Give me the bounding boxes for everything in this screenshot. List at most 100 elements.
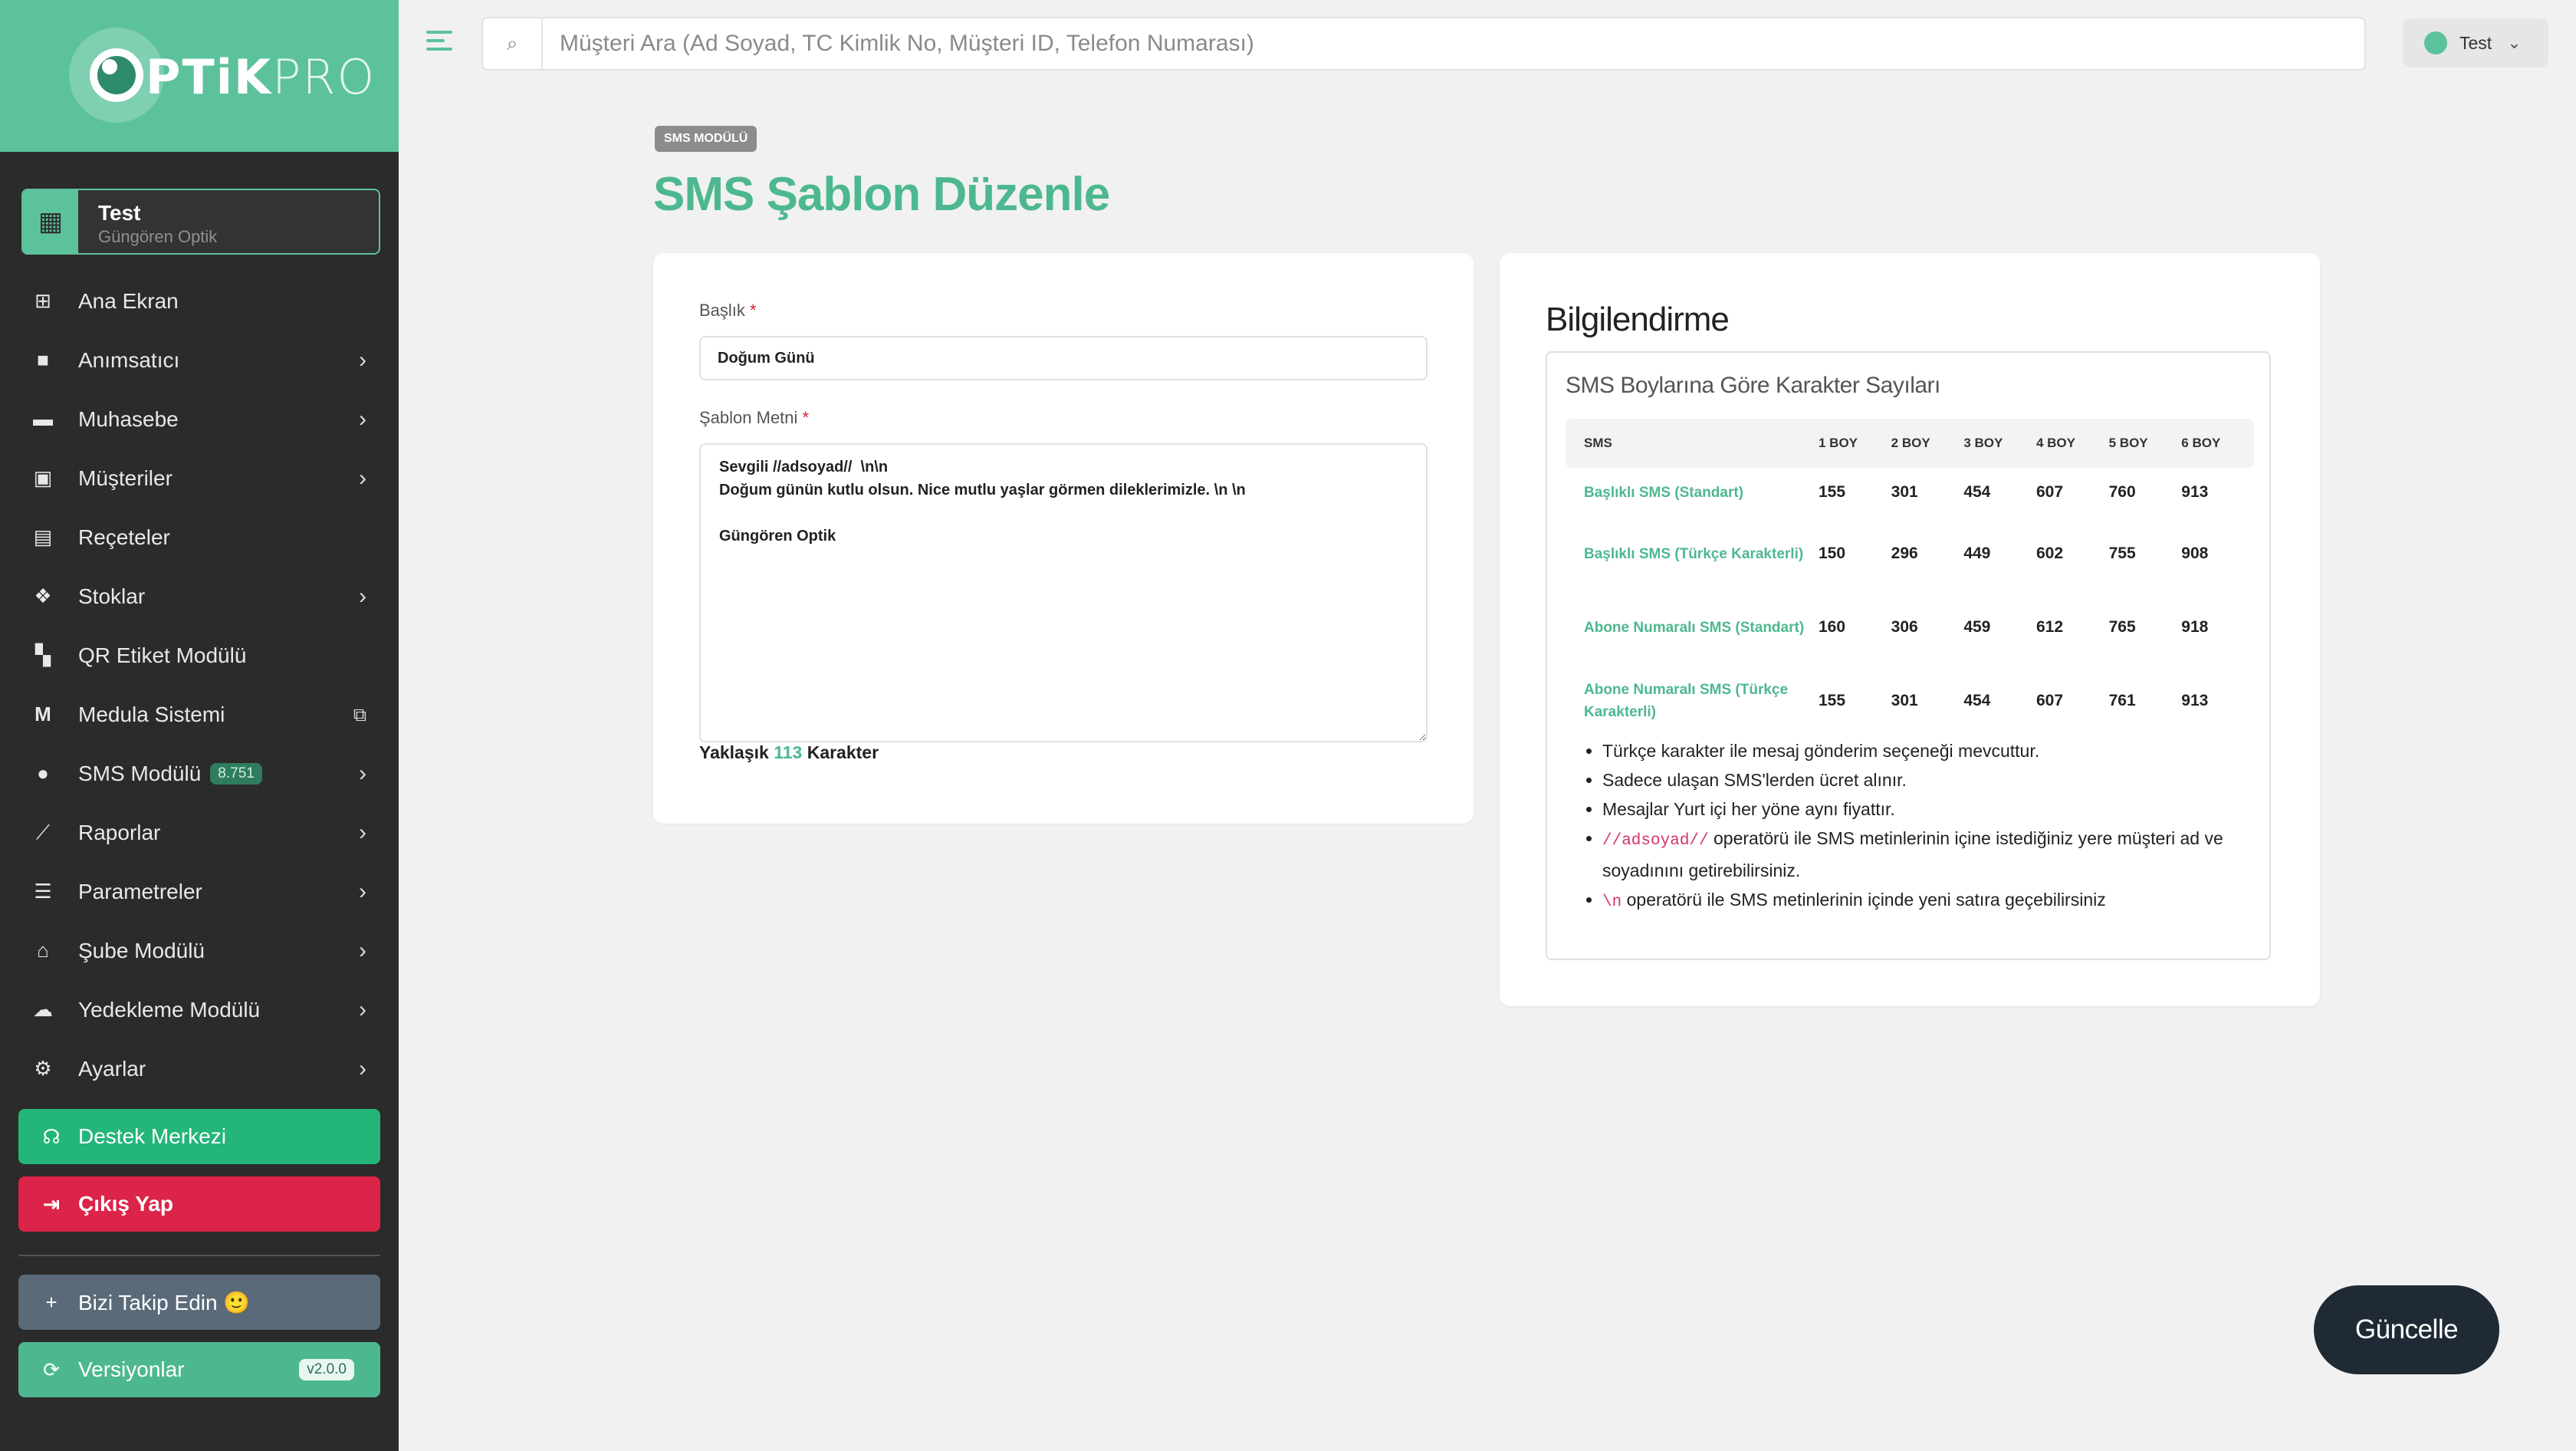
sidebar-item-stoklar[interactable]: ❖ Stoklar › — [0, 567, 399, 626]
sidebar: PTiKPRO ▦ Test Güngören Optik ⊞ Ana Ekra… — [0, 0, 399, 1451]
sidebar-item-label: Stoklar — [78, 584, 146, 608]
body-label-text: Şablon Metni — [699, 408, 798, 427]
table-cell: 449 — [1963, 545, 1991, 562]
version-badge: v2.0.0 — [299, 1359, 354, 1380]
logo-bold-text: PTiK — [146, 49, 273, 105]
logout-button[interactable]: ⇥ Çıkış Yap — [18, 1176, 380, 1232]
counter-suffix: Karakter — [807, 742, 879, 762]
follow-us-label: Bizi Takip Edin 🙂 — [78, 1290, 251, 1314]
logo-band: PTiKPRO — [0, 0, 399, 152]
title-input[interactable] — [699, 336, 1428, 380]
store-icon: ▦ — [23, 190, 78, 253]
qr-icon: ▚ — [35, 643, 51, 666]
headset-icon: ☊ — [42, 1124, 61, 1148]
sidebar-item-medula[interactable]: M Medula Sistemi ⧉ — [0, 685, 399, 744]
versions-button[interactable]: ⟳ Versiyonlar v2.0.0 — [18, 1342, 380, 1397]
template-text-area[interactable]: Sevgili //adsoyad// \n\n Doğum günün kut… — [699, 443, 1428, 742]
menu-toggle-icon[interactable] — [426, 31, 452, 52]
column-header: 1 BOY — [1819, 436, 1858, 450]
table-cell: 602 — [2036, 545, 2064, 562]
template-form-card: Başlık * Şablon Metni * Sevgili //adsoya… — [653, 253, 1474, 824]
sidebar-item-label: Reçeteler — [78, 525, 170, 549]
chevron-right-icon: › — [359, 761, 366, 786]
table-cell: 612 — [2036, 618, 2064, 636]
sidebar-item-raporlar[interactable]: ⟋ Raporlar › — [0, 803, 399, 862]
store-icon: ⌂ — [37, 939, 49, 962]
sidebar-item-musteriler[interactable]: ▣ Müşteriler › — [0, 449, 399, 508]
sidebar-item-label: Parametreler — [78, 879, 202, 903]
m-icon: M — [34, 702, 51, 726]
sidebar-item-label: Muhasebe — [78, 406, 179, 431]
column-header: SMS — [1584, 436, 1612, 450]
note-text: operatörü ile SMS metinlerinin içinde ye… — [1622, 890, 2106, 910]
sidebar-item-receteler[interactable]: ▤ Reçeteler — [0, 508, 399, 567]
title-label-text: Başlık — [699, 301, 745, 320]
plus-icon: + — [45, 1290, 58, 1314]
user-avatar-icon — [2424, 31, 2447, 54]
chevron-right-icon: › — [359, 406, 366, 432]
table-cell: 908 — [2181, 545, 2209, 562]
support-button[interactable]: ☊ Destek Merkezi — [18, 1109, 380, 1164]
search-input[interactable] — [560, 28, 2323, 60]
logo[interactable]: PTiKPRO — [146, 49, 376, 105]
follow-us-button[interactable]: + Bizi Takip Edin 🙂 — [18, 1275, 380, 1330]
table-cell: 155 — [1819, 692, 1846, 709]
wallet-icon: ▬ — [33, 407, 53, 430]
column-header: 6 BOY — [2181, 436, 2221, 450]
sidebar-item-ana-ekran[interactable]: ⊞ Ana Ekran — [0, 271, 399, 331]
sidebar-item-ayarlar[interactable]: ⚙ Ayarlar › — [0, 1039, 399, 1098]
panel-title: SMS Boylarına Göre Karakter Sayıları — [1566, 373, 1940, 398]
gears-icon: ⚙ — [34, 1057, 52, 1080]
table-cell: 296 — [1891, 545, 1918, 562]
table-cell: 459 — [1963, 618, 1991, 636]
sidebar-item-label: Ana Ekran — [78, 288, 179, 313]
column-header: 5 BOY — [2108, 436, 2148, 450]
chat-icon: ● — [37, 762, 49, 785]
support-label: Destek Merkezi — [78, 1124, 226, 1148]
sidebar-item-yedekleme[interactable]: ☁ Yedekleme Modülü › — [0, 980, 399, 1039]
column-header: 4 BOY — [2036, 436, 2075, 450]
table-header-row: SMS 1 BOY 2 BOY 3 BOY 4 BOY 5 BOY 6 BOY — [1566, 419, 2254, 468]
search-icon: ⌕ — [483, 18, 543, 69]
refresh-icon: ⟳ — [43, 1357, 60, 1381]
sidebar-item-sms[interactable]: ● SMS Modülü 8.751 › — [0, 744, 399, 803]
row-name: Abone Numaralı SMS (Standart) — [1584, 619, 1805, 636]
note-code: //adsoyad// — [1602, 832, 1709, 850]
sidebar-item-parametreler[interactable]: ☰ Parametreler › — [0, 862, 399, 921]
cloud-icon: ☁ — [33, 998, 53, 1021]
list-item: Mesajlar Yurt içi her yöne aynı fiyattır… — [1602, 795, 2240, 824]
note-text: Türkçe karakter ile mesaj gönderim seçen… — [1602, 741, 2040, 761]
sidebar-item-label: Müşteriler — [78, 466, 172, 490]
sidebar-item-animsatici[interactable]: ■ Anımsatıcı › — [0, 331, 399, 390]
table-row: Başlıklı SMS (Standart) 155 301 454 607 … — [1566, 468, 2254, 517]
list-item: \n operatörü ile SMS metinlerinin içinde… — [1602, 885, 2240, 917]
table-cell: 150 — [1819, 545, 1846, 562]
store-switcher[interactable]: ▦ Test Güngören Optik — [21, 189, 380, 255]
table-cell: 160 — [1819, 618, 1846, 636]
logout-icon: ⇥ — [43, 1192, 60, 1216]
body-field-label: Şablon Metni * — [699, 408, 810, 427]
sidebar-item-label: SMS Modülü — [78, 761, 202, 785]
chevron-right-icon: › — [359, 820, 366, 845]
chevron-down-icon: ⌄ — [2507, 33, 2522, 52]
sidebar-item-label: Şube Modülü — [78, 938, 205, 962]
versions-label: Versiyonlar — [78, 1357, 185, 1381]
update-button[interactable]: Güncelle — [2314, 1285, 2499, 1374]
list-item: Sadece ulaşan SMS'lerden ücret alınır. — [1602, 765, 2240, 795]
sidebar-menu: ⊞ Ana Ekran ■ Anımsatıcı › ▬ Muhasebe › … — [0, 271, 399, 1098]
sidebar-item-qr-etiket[interactable]: ▚ QR Etiket Modülü — [0, 626, 399, 685]
table-cell: 918 — [2181, 618, 2209, 636]
user-menu[interactable]: Test ⌄ — [2403, 18, 2548, 67]
chevron-right-icon: › — [359, 938, 366, 963]
sidebar-item-label: Medula Sistemi — [78, 702, 225, 726]
table-cell: 155 — [1819, 483, 1846, 501]
page-title: SMS Şablon Düzenle — [653, 168, 1110, 221]
sidebar-item-muhasebe[interactable]: ▬ Muhasebe › — [0, 390, 399, 449]
sidebar-item-sube[interactable]: ⌂ Şube Modülü › — [0, 921, 399, 980]
sidebar-item-label: Anımsatıcı — [78, 347, 180, 372]
character-counter: Yaklaşık 113 Karakter — [699, 742, 879, 763]
note-text: Sadece ulaşan SMS'lerden ücret alınır. — [1602, 770, 1907, 790]
table-cell: 607 — [2036, 692, 2064, 709]
table-row: Abone Numaralı SMS (Türkçe Karakterli) 1… — [1566, 664, 2254, 738]
counter-value: 113 — [774, 742, 803, 762]
